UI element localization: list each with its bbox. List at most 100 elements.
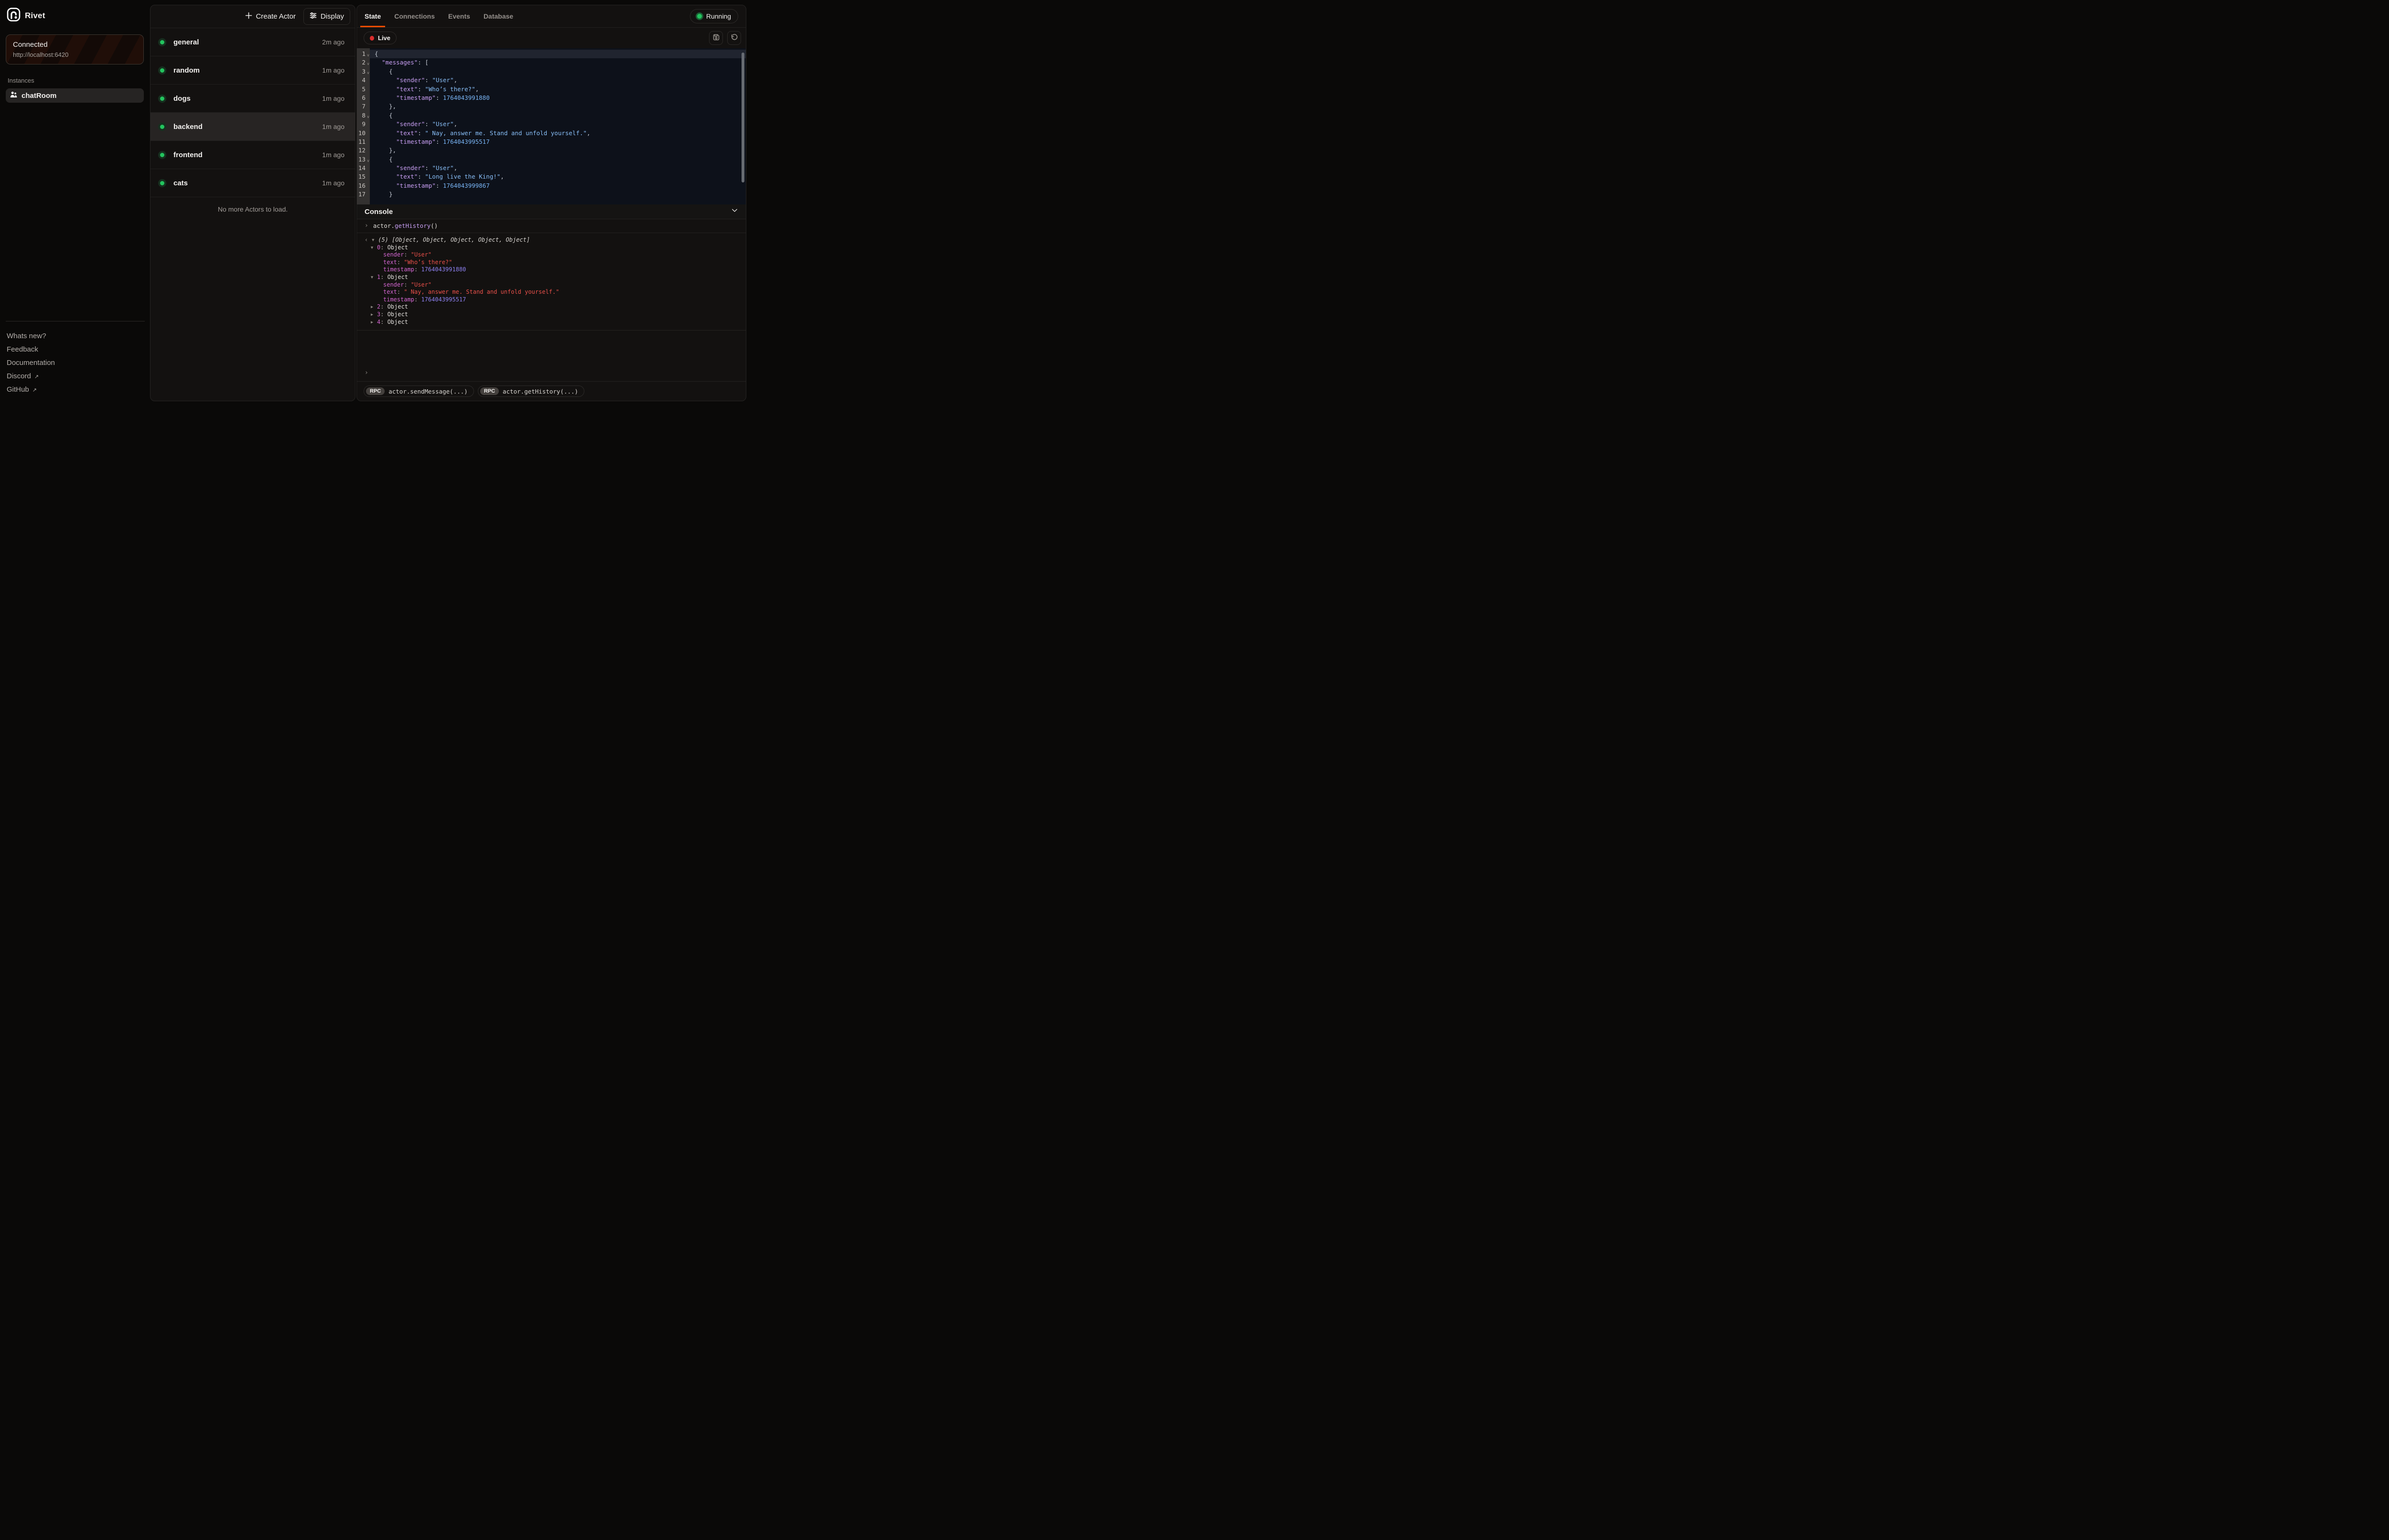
- console-tree-row[interactable]: ▼1: Object: [357, 274, 746, 281]
- actor-age: 2m ago: [322, 38, 344, 46]
- actor-age: 1m ago: [322, 179, 344, 187]
- rpc-button-actor-sendmessage-[interactable]: RPCactor.sendMessage(...): [364, 385, 474, 397]
- editor-line[interactable]: 1v{: [357, 50, 746, 58]
- line-number: 3v: [357, 67, 370, 76]
- status-dot-icon: [160, 96, 164, 101]
- editor-line[interactable]: 5 "text": "Who’s there?",: [357, 85, 746, 94]
- live-badge: Live: [364, 32, 397, 44]
- editor-line[interactable]: 9 "sender": "User",: [357, 120, 746, 128]
- tab-state[interactable]: State: [365, 5, 381, 27]
- collapse-triangle-icon[interactable]: ▼: [372, 237, 378, 245]
- actors-empty-note: No more Actors to load.: [151, 197, 355, 221]
- editor-line[interactable]: 14 "sender": "User",: [357, 164, 746, 172]
- editor-line[interactable]: 12 },: [357, 146, 746, 155]
- prompt-chevron-icon: ›: [365, 369, 368, 376]
- revert-button[interactable]: [727, 31, 741, 45]
- console-input[interactable]: ›: [357, 367, 746, 381]
- inspector-panel: State Connections Events Database Running Li…: [356, 5, 746, 401]
- brand-name: Rivet: [25, 11, 45, 21]
- editor-line[interactable]: 2v "messages": [: [357, 58, 746, 67]
- instances-label: Instances: [8, 77, 144, 84]
- console-tree-row[interactable]: ‹▼(5) [Object, Object, Object, Object, O…: [357, 236, 746, 244]
- rivet-logo-icon: [7, 8, 21, 24]
- expand-triangle-icon[interactable]: ▶: [371, 304, 377, 311]
- line-number: 5: [357, 85, 370, 94]
- line-number: 12: [357, 146, 370, 155]
- tab-events[interactable]: Events: [448, 5, 470, 27]
- prompt-chevron-icon: ›: [365, 222, 368, 229]
- status-dot-icon: [160, 40, 164, 44]
- actors-header: Create Actor Display: [151, 5, 355, 28]
- editor-scrollbar[interactable]: [742, 53, 744, 182]
- actor-age: 1m ago: [322, 151, 344, 159]
- collapse-triangle-icon[interactable]: ▼: [371, 245, 377, 252]
- console-tree-row: timestamp: 1764043991880: [357, 266, 746, 274]
- running-dot-icon: [697, 14, 702, 19]
- rpc-badge: RPC: [366, 387, 385, 395]
- line-number: 9: [357, 120, 370, 128]
- editor-line[interactable]: 7 },: [357, 102, 746, 111]
- actor-row-frontend[interactable]: frontend1m ago: [151, 141, 355, 169]
- chevron-down-icon[interactable]: [731, 207, 738, 216]
- sidebar-link-discord[interactable]: Discord↗: [6, 369, 145, 383]
- sidebar-link-whatsnew[interactable]: Whats new?: [6, 329, 145, 342]
- editor-line[interactable]: 3v {: [357, 67, 746, 76]
- console-tree-row[interactable]: ▶3: Object: [357, 311, 746, 319]
- state-editor[interactable]: 1v{2v "messages": [3v {4 "sender": "User…: [357, 48, 746, 204]
- editor-line[interactable]: 11 "timestamp": 1764043995517: [357, 138, 746, 146]
- sidebar-link-github[interactable]: GitHub↗: [6, 383, 145, 396]
- actor-age: 1m ago: [322, 66, 344, 74]
- actor-name: dogs: [173, 95, 322, 103]
- actor-age: 1m ago: [322, 95, 344, 102]
- save-button[interactable]: [709, 31, 723, 45]
- sidebar-item-chatroom[interactable]: chatRoom: [6, 88, 144, 103]
- console-header[interactable]: Console: [357, 204, 746, 219]
- return-value-icon: ‹: [365, 236, 368, 243]
- console-output-tree: ‹▼(5) [Object, Object, Object, Object, O…: [357, 233, 746, 331]
- console-history-entry: › actor.getHistory(): [357, 219, 746, 233]
- line-number: 7: [357, 102, 370, 111]
- tab-database[interactable]: Database: [484, 5, 513, 27]
- actor-name: backend: [173, 123, 322, 131]
- create-actor-button[interactable]: Create Actor: [240, 9, 300, 24]
- brand: Rivet: [7, 8, 144, 24]
- editor-line[interactable]: 13v {: [357, 155, 746, 164]
- actors-panel: Create Actor Display general2m agorandom…: [150, 5, 355, 401]
- sidebar-links: Whats new?FeedbackDocumentationDiscord↗G…: [6, 329, 145, 396]
- line-number: 11: [357, 138, 370, 146]
- editor-line[interactable]: 15 "text": "Long live the King!",: [357, 172, 746, 181]
- rpc-button-actor-gethistory-[interactable]: RPCactor.getHistory(...): [478, 385, 584, 397]
- actor-row-general[interactable]: general2m ago: [151, 28, 355, 56]
- actor-row-cats[interactable]: cats1m ago: [151, 169, 355, 197]
- tab-connections[interactable]: Connections: [394, 5, 435, 27]
- editor-line[interactable]: 16 "timestamp": 1764043999867: [357, 182, 746, 190]
- status-badge: Running: [690, 9, 738, 23]
- line-number: 16: [357, 182, 370, 190]
- editor-line[interactable]: 4 "sender": "User",: [357, 76, 746, 85]
- expand-triangle-icon[interactable]: ▶: [371, 311, 377, 319]
- sidebar-link-documentation[interactable]: Documentation: [6, 356, 145, 369]
- console-tree-row: sender: "User": [357, 251, 746, 259]
- console-tree-row[interactable]: ▶2: Object: [357, 303, 746, 311]
- actor-row-dogs[interactable]: dogs1m ago: [151, 85, 355, 113]
- actor-row-random[interactable]: random1m ago: [151, 56, 355, 85]
- expand-triangle-icon[interactable]: ▶: [371, 319, 377, 327]
- actor-row-backend[interactable]: backend1m ago: [151, 113, 355, 141]
- collapse-triangle-icon[interactable]: ▼: [371, 274, 377, 282]
- status-dot-icon: [160, 68, 164, 73]
- console-title: Console: [365, 208, 393, 216]
- status-dot-icon: [160, 125, 164, 129]
- console-tree-row: text: "Who’s there?": [357, 259, 746, 267]
- display-button[interactable]: Display: [303, 8, 350, 25]
- actor-name: general: [173, 38, 322, 46]
- line-number: 8v: [357, 111, 370, 120]
- connection-card: Connected http://localhost:6420: [6, 34, 144, 64]
- console-tree-row[interactable]: ▶4: Object: [357, 319, 746, 326]
- editor-line[interactable]: 6 "timestamp": 1764043991880: [357, 94, 746, 102]
- editor-line[interactable]: 17 }: [357, 190, 746, 199]
- editor-line[interactable]: 8v {: [357, 111, 746, 120]
- editor-line[interactable]: 10 "text": " Nay, answer me. Stand and u…: [357, 129, 746, 138]
- connection-status: Connected: [13, 41, 137, 49]
- console-tree-row[interactable]: ▼0: Object: [357, 244, 746, 252]
- sidebar-link-feedback[interactable]: Feedback: [6, 342, 145, 356]
